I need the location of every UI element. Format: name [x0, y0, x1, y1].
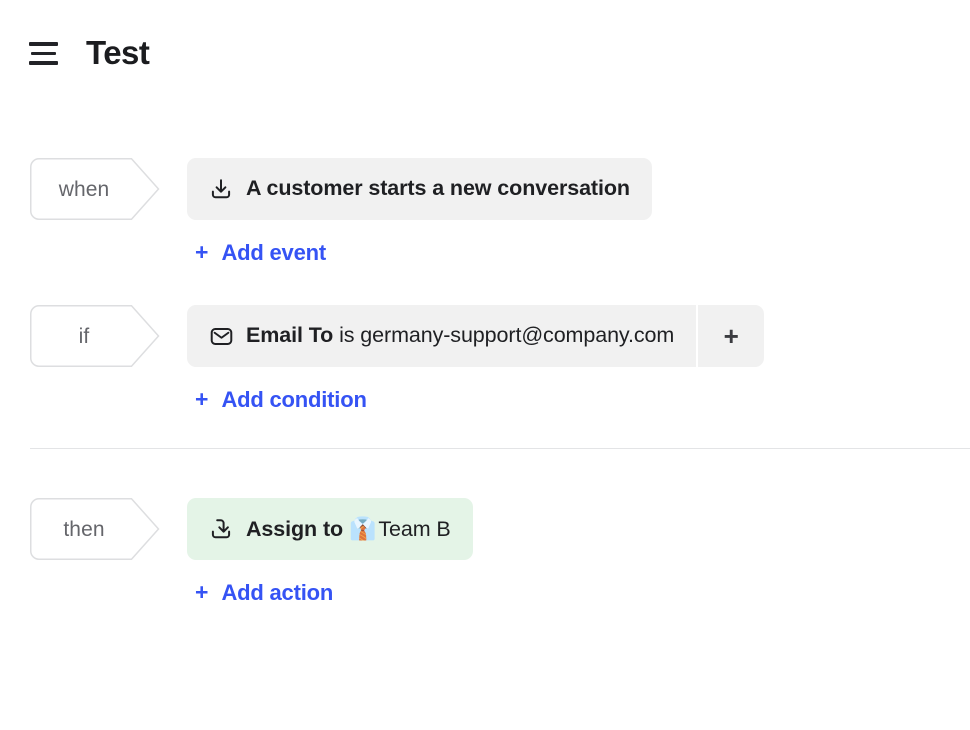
tag-if-label: if [78, 324, 90, 348]
event-chip-text: A customer starts a new conversation [246, 178, 630, 200]
add-event-link[interactable]: + Add event [195, 241, 326, 264]
rule-section-then: then Assign to 👔Team B + Add action [0, 498, 970, 604]
tag-when: when [30, 158, 160, 220]
add-condition-link[interactable]: + Add condition [195, 388, 367, 411]
condition-field: Email To [246, 323, 334, 348]
hamburger-menu-icon[interactable] [26, 37, 60, 71]
add-condition-label: Add condition [221, 386, 367, 412]
add-action-label: Add action [221, 579, 334, 605]
rule-when-body: A customer starts a new conversation + A… [187, 158, 652, 264]
rule-section-when: when A customer starts a new conversatio… [0, 158, 970, 264]
tag-when-label: when [58, 177, 110, 201]
condition-chip[interactable]: Email To is germany-support@company.com [187, 305, 697, 367]
hamburger-line [28, 42, 58, 46]
action-label: Assign to [246, 516, 344, 541]
section-divider [30, 448, 970, 449]
download-tray-icon [208, 176, 234, 202]
condition-chip-text: Email To is germany-support@company.com [246, 325, 674, 347]
action-chip[interactable]: Assign to 👔Team B [187, 498, 473, 560]
tag-then-label: then [63, 517, 105, 541]
necktie-emoji-icon: 👔 [349, 515, 377, 541]
assign-arrow-tray-icon [208, 516, 234, 542]
action-target: Team B [378, 516, 451, 541]
tag-if: if [30, 305, 160, 367]
rule-builder: when A customer starts a new conversatio… [0, 158, 970, 604]
rule-if-body: Email To is germany-support@company.com … [187, 305, 765, 411]
action-chip-text: Assign to 👔Team B [246, 515, 451, 541]
condition-chip-row: Email To is germany-support@company.com … [187, 305, 765, 367]
add-condition-inline-button[interactable]: + [698, 305, 765, 367]
rule-then-body: Assign to 👔Team B + Add action [187, 498, 473, 604]
plus-icon: + [195, 579, 209, 605]
rule-section-if: if Email To is germany-support@company.c… [0, 305, 970, 411]
condition-value: germany-support@company.com [360, 323, 675, 348]
add-action-link[interactable]: + Add action [195, 581, 333, 604]
plus-icon: + [195, 239, 209, 265]
event-chip-row: A customer starts a new conversation [187, 158, 652, 220]
condition-operator: is [339, 323, 355, 348]
page-title: Test [86, 33, 150, 71]
add-event-label: Add event [221, 239, 326, 265]
app-header: Test [0, 0, 970, 86]
tag-then: then [30, 498, 160, 560]
envelope-icon [208, 323, 234, 349]
event-chip[interactable]: A customer starts a new conversation [187, 158, 652, 220]
plus-icon: + [195, 386, 209, 412]
event-chip-label: A customer starts a new conversation [246, 176, 630, 201]
hamburger-line [30, 51, 56, 56]
action-chip-row: Assign to 👔Team B [187, 498, 473, 560]
hamburger-line [28, 61, 58, 65]
